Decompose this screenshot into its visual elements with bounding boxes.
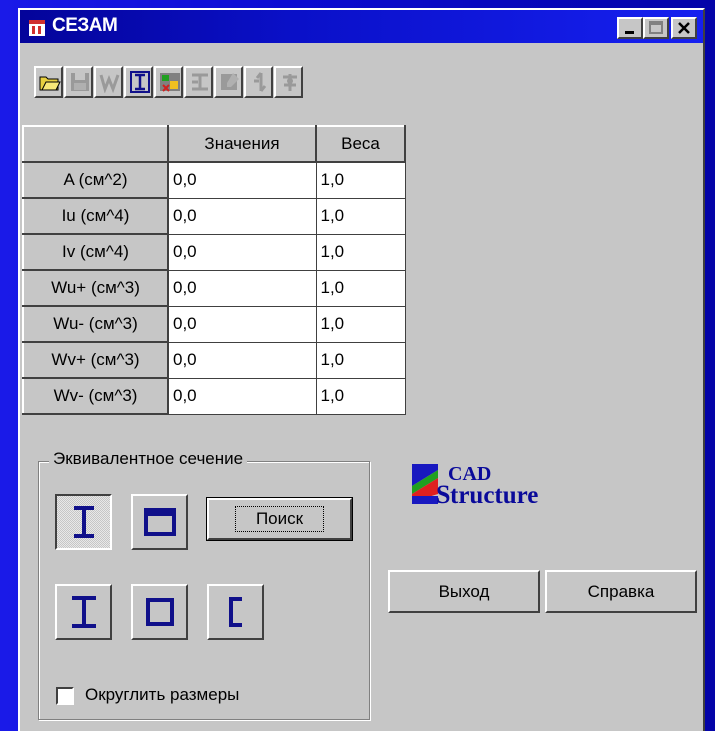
svg-text:tructure: tructure — [450, 482, 538, 509]
row-header[interactable]: A (см^2) — [22, 161, 169, 199]
close-icon — [678, 22, 690, 34]
value-cell[interactable]: 0,0 — [167, 377, 317, 415]
group-label: Эквивалентное сечение — [49, 449, 248, 469]
table-row: Wv- (см^3) 0,0 1,0 — [22, 377, 406, 415]
row-header[interactable]: Wu+ (см^3) — [22, 269, 169, 307]
properties-grid: Значения Веса A (см^2) 0,0 1,0 Iu (см^4)… — [22, 125, 406, 415]
shape-i-beam-wide-button[interactable] — [55, 494, 112, 550]
weights-button[interactable] — [94, 66, 123, 98]
minimize-icon — [625, 31, 634, 34]
weight-cell[interactable]: 1,0 — [315, 269, 406, 307]
help-button[interactable]: Справка — [545, 570, 697, 613]
row-header[interactable]: Wv- (см^3) — [22, 377, 169, 415]
square-tube-icon — [145, 598, 174, 626]
search-button[interactable]: Поиск — [206, 497, 353, 541]
i-beam-button[interactable] — [124, 66, 153, 98]
library-button[interactable] — [154, 66, 183, 98]
value-cell[interactable]: 0,0 — [167, 233, 317, 271]
table-row: Iv (см^4) 0,0 1,0 — [22, 233, 406, 271]
box-section-icon — [143, 508, 176, 536]
column-header-weights[interactable]: Веса — [315, 125, 406, 163]
weight-cell[interactable]: 1,0 — [315, 233, 406, 271]
row-header[interactable]: Wu- (см^3) — [22, 305, 169, 343]
weight-w-icon — [99, 74, 120, 93]
save-button[interactable] — [64, 66, 93, 98]
shape-box-button[interactable] — [131, 494, 188, 550]
section-button[interactable] — [184, 66, 213, 98]
i-beam-wide-icon — [73, 506, 94, 538]
arrows-button[interactable] — [244, 66, 273, 98]
channel-icon — [228, 597, 242, 627]
weight-cell[interactable]: 1,0 — [315, 197, 406, 235]
table-edit-icon — [221, 73, 239, 90]
value-cell[interactable]: 0,0 — [167, 341, 317, 379]
help-button-label: Справка — [587, 581, 655, 601]
weight-cell[interactable]: 1,0 — [315, 341, 406, 379]
round-sizes-label[interactable]: Округлить размеры — [85, 685, 239, 705]
close-button[interactable] — [671, 17, 697, 39]
table-row: Wu- (см^3) 0,0 1,0 — [22, 305, 406, 343]
table-row: A (см^2) 0,0 1,0 — [22, 161, 406, 199]
row-header[interactable]: Iv (см^4) — [22, 233, 169, 271]
shape-square-tube-button[interactable] — [131, 584, 188, 640]
row-header[interactable]: Iu (см^4) — [22, 197, 169, 235]
shape-i-beam-button[interactable] — [55, 584, 112, 640]
round-sizes-checkbox[interactable] — [56, 687, 74, 705]
table-row: Iu (см^4) 0,0 1,0 — [22, 197, 406, 235]
section-shape-icon — [192, 73, 208, 91]
exit-button-label: Выход — [438, 581, 490, 601]
window-title: СЕЗАМ — [52, 15, 118, 36]
grid-corner — [22, 125, 169, 163]
exit-button[interactable]: Выход — [388, 570, 540, 613]
grid-header-row: Значения Веса — [22, 125, 406, 163]
open-folder-icon — [39, 76, 61, 91]
shape-channel-button[interactable] — [207, 584, 264, 640]
table-row: Wu+ (см^3) 0,0 1,0 — [22, 269, 406, 307]
value-cell[interactable]: 0,0 — [167, 269, 317, 307]
maximize-icon — [649, 21, 663, 34]
weight-cell[interactable]: 1,0 — [315, 377, 406, 415]
value-cell[interactable]: 0,0 — [167, 161, 317, 199]
open-button[interactable] — [34, 66, 63, 98]
minimize-button[interactable] — [617, 17, 643, 39]
cad-structure-logo: S CAD tructure — [410, 456, 595, 512]
maximize-button[interactable] — [643, 17, 669, 39]
search-button-label: Поиск — [234, 506, 325, 532]
table-button[interactable] — [214, 66, 243, 98]
value-cell[interactable]: 0,0 — [167, 305, 317, 343]
table-row: Wv+ (см^3) 0,0 1,0 — [22, 341, 406, 379]
app-window: СЕЗАМ Значения Веса A (см^2) 0,0 1,0 Iu … — [18, 8, 705, 731]
save-disk-icon — [71, 73, 89, 91]
title-bar[interactable]: СЕЗАМ — [20, 10, 703, 43]
column-header-values[interactable]: Значения — [167, 125, 317, 163]
value-cell[interactable]: 0,0 — [167, 197, 317, 235]
weight-cell[interactable]: 1,0 — [315, 161, 406, 199]
equivalent-section-group: Эквивалентное сечение Поиск Округлить ра… — [38, 449, 370, 720]
profile-library-icon — [160, 73, 180, 92]
row-header[interactable]: Wv+ (см^3) — [22, 341, 169, 379]
weight-cell[interactable]: 1,0 — [315, 305, 406, 343]
app-icon — [28, 19, 46, 37]
tool-icon — [283, 74, 297, 91]
tool-button[interactable] — [274, 66, 303, 98]
arrows-icon — [254, 72, 267, 92]
i-beam-frame-icon — [130, 71, 150, 93]
i-beam-icon — [71, 596, 96, 628]
